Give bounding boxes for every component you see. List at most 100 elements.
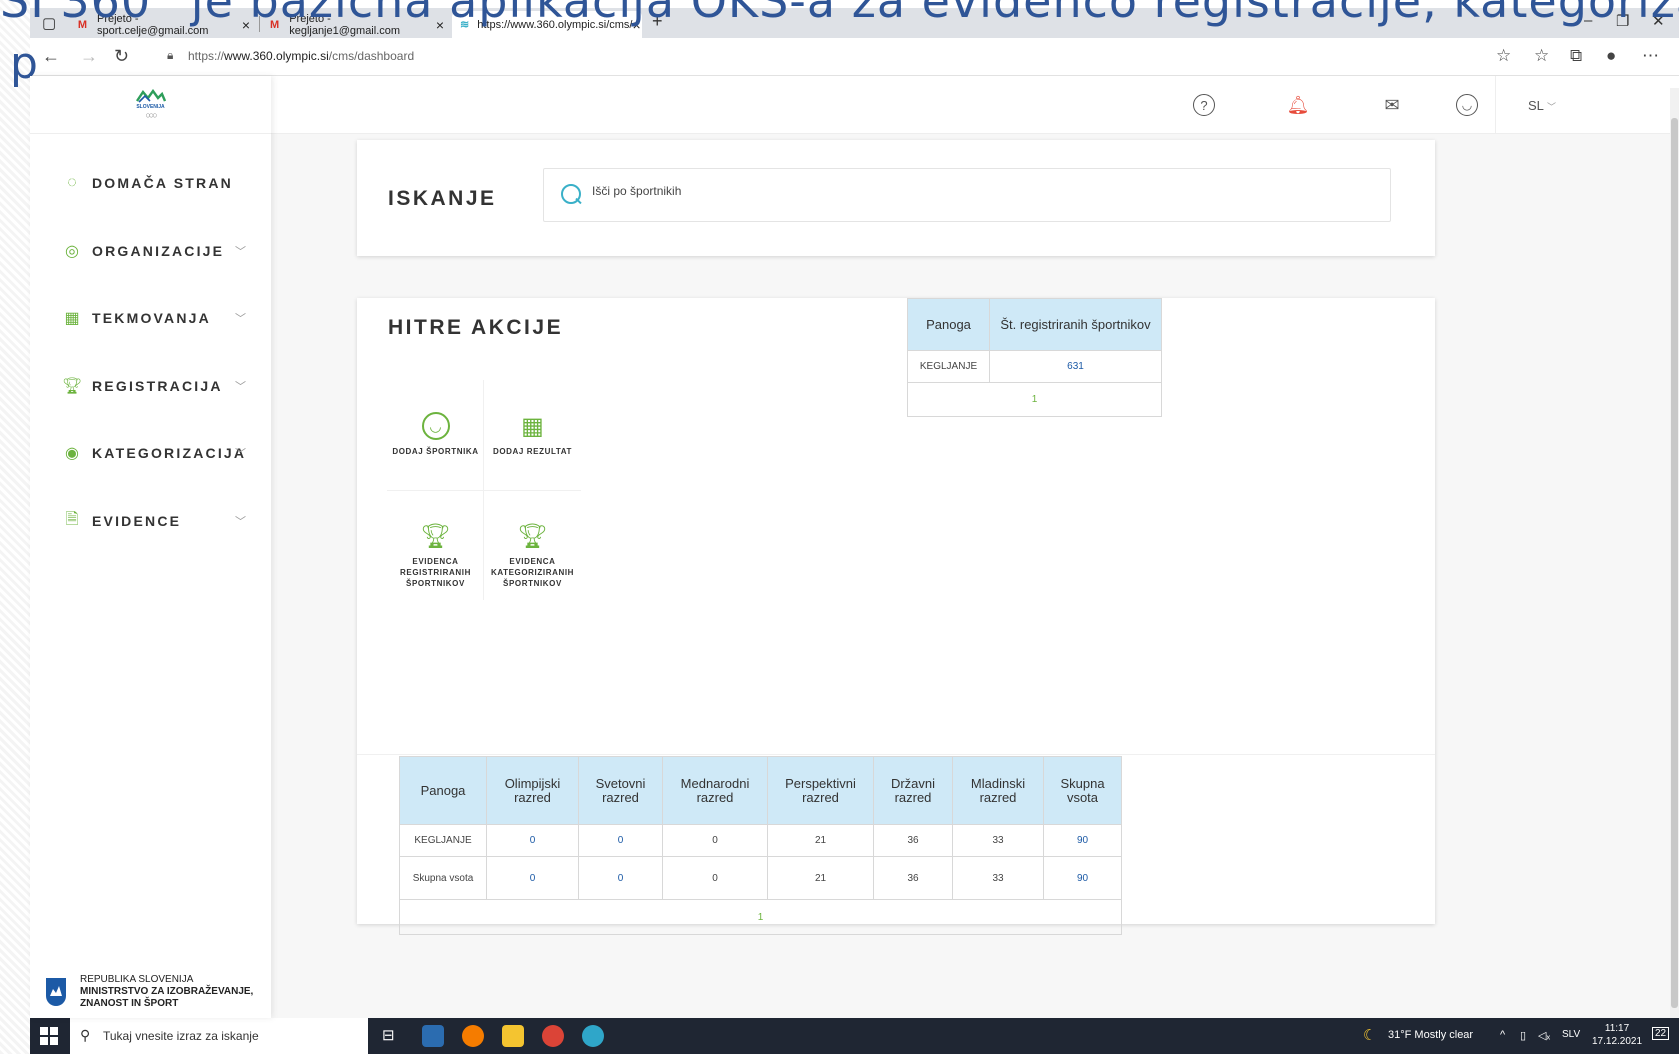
tray-chevron-icon[interactable]: ^ [1500, 1029, 1505, 1041]
table-cell[interactable]: 0 [486, 824, 579, 857]
slide-background-strip [0, 0, 30, 1054]
ministry-line: ZNANOST IN ŠPORT [80, 998, 179, 1009]
table-cell[interactable]: 0 [578, 856, 663, 900]
logo-mountains-icon [135, 89, 166, 103]
lock-icon: 🔒︎ [167, 48, 174, 62]
registered-athletes-table: Panoga Št. registriranih športnikov KEGL… [907, 298, 1162, 417]
firefox-icon[interactable] [462, 1025, 484, 1047]
search-field[interactable] [543, 168, 1391, 222]
input-language[interactable]: SLV [1562, 1029, 1580, 1040]
weather-text[interactable]: 31°F Mostly clear [1388, 1029, 1473, 1041]
chrome-icon[interactable] [542, 1025, 564, 1047]
table-cell[interactable]: 90 [1043, 856, 1122, 900]
taskbar-search-box[interactable]: ⚲ Tukaj vnesite izraz za iskanje [70, 1018, 368, 1054]
address-bar: ← → ↻ 🔒︎ https://www.360.olympic.si/cms/… [30, 38, 1679, 76]
favorites-icon[interactable]: ☆ [1534, 46, 1549, 66]
mail-icon[interactable]: ✉ [1381, 94, 1403, 116]
search-card: ISKANJE [357, 140, 1435, 256]
windows-taskbar: ⚲ Tukaj vnesite izraz za iskanje ⊟ ☾ 31°… [30, 1018, 1679, 1054]
quick-actions-title: HITRE AKCIJE [388, 316, 564, 339]
trophy-icon: 🏆︎ [420, 522, 451, 550]
add-athlete-button[interactable]: ◡ DODAJ ŠPORTNIKA [387, 380, 484, 490]
table-row: KEGLJANJE 0 0 0 21 36 33 90 [399, 824, 1122, 857]
registered-count-link[interactable]: 631 [989, 350, 1162, 383]
sidebar-item-evidence[interactable]: 🗎︎ EVIDENCE ﹀ [30, 501, 271, 541]
notifications-icon[interactable]: 22 [1652, 1027, 1670, 1040]
trophy-icon: 🏆︎ [61, 378, 83, 395]
profile-icon[interactable]: ● [1606, 46, 1616, 66]
add-favorite-icon[interactable]: ☆ [1496, 46, 1511, 66]
pagination-row: 1 [399, 899, 1122, 935]
column-header: Mladinski razred [952, 756, 1044, 825]
ministry-line: REPUBLIKA SLOVENIJA [80, 974, 194, 985]
windows-start-icon[interactable] [40, 1027, 58, 1045]
divider [1495, 76, 1496, 134]
task-view-icon[interactable]: ⊟ [382, 1026, 395, 1044]
sidebar-item-label: KATEGORIZACIJA [92, 445, 247, 461]
url-field[interactable]: https://www.360.olympic.si/cms/dashboard [188, 49, 414, 63]
language-selector[interactable]: SL ﹀ [1528, 98, 1556, 113]
add-result-button[interactable]: ▦ DODAJ REZULTAT [484, 380, 581, 490]
sidebar-item-organizacije[interactable]: ◎ ORGANIZACIJE ﹀ [30, 231, 271, 271]
user-icon[interactable]: ◡ [1456, 94, 1478, 116]
page-number[interactable]: 1 [907, 382, 1162, 417]
weather-icon[interactable]: ☾ [1363, 1026, 1376, 1044]
target-icon: ◉ [65, 445, 79, 462]
search-input[interactable] [592, 184, 1352, 198]
table-cell: 21 [767, 856, 874, 900]
table-cell: 0 [662, 856, 768, 900]
table-cell[interactable]: 90 [1043, 824, 1122, 857]
chevron-down-icon: ﹀ [235, 313, 246, 325]
page-number[interactable]: 1 [399, 899, 1122, 935]
volume-muted-icon[interactable]: ◁ₓ [1538, 1029, 1550, 1042]
help-icon[interactable]: ? [1193, 94, 1215, 116]
sidebar-item-kategorizacija[interactable]: ◉ KATEGORIZACIJA ﹀ [30, 433, 271, 473]
table-cell: Skupna vsota [399, 856, 487, 900]
column-header: Panoga [399, 756, 487, 825]
table-cell[interactable]: 0 [578, 824, 663, 857]
column-header: Svetovni razred [578, 756, 663, 825]
table-header-row: Panoga Olimpijski razred Svetovni razred… [399, 756, 1122, 825]
reload-icon[interactable]: ↻ [114, 46, 129, 67]
search-title: ISKANJE [388, 187, 497, 210]
ministry-logo: REPUBLIKA SLOVENIJA MINISTRSTVO ZA IZOBR… [46, 974, 253, 1010]
file-explorer-icon[interactable] [502, 1025, 524, 1047]
table-cell: 36 [873, 824, 953, 857]
coat-of-arms-icon [46, 978, 66, 1006]
chevron-down-icon: ﹀ [235, 246, 246, 258]
logo[interactable]: SLOVENIJA ○○○ [30, 76, 271, 134]
sidebar-item-label: DOMAČA STRAN [92, 175, 233, 191]
scrollbar-thumb[interactable] [1671, 118, 1678, 1008]
categorized-athletes-button[interactable]: 🏆︎ EVIDENCA KATEGORIZIRANIH ŠPORTNIKOV [484, 490, 581, 600]
forward-icon[interactable]: → [80, 46, 98, 67]
clock[interactable]: 11:17 17.12.2021 [1592, 1022, 1642, 1048]
olympic-rings-icon: ○○○ [145, 110, 157, 120]
quick-actions-card: HITRE AKCIJE ◡ DODAJ ŠPORTNIKA ▦ DODAJ R… [357, 298, 1435, 935]
pagination-row: 1 [907, 382, 1162, 417]
registered-athletes-button[interactable]: 🏆︎ EVIDENCA REGISTRIRANIH ŠPORTNIKOV [387, 490, 484, 600]
sidebar-item-registracija[interactable]: 🏆︎ REGISTRACIJA ﹀ [30, 366, 271, 406]
column-header: Mednarodni razred [662, 756, 768, 825]
quick-action-label: EVIDENCA REGISTRIRANIH ŠPORTNIKOV [400, 557, 471, 588]
table-cell: 0 [662, 824, 768, 857]
calendar-icon: ▦ [521, 412, 544, 440]
app-icon[interactable] [422, 1025, 444, 1047]
app-header: ? 🔔︎ ✉ ◡ SL ﹀ [271, 76, 1679, 134]
sidebar-item-home[interactable]: ◌ DOMAČA STRAN [30, 163, 271, 203]
collections-icon[interactable]: ⧉ [1570, 46, 1582, 66]
categorized-athletes-table: Panoga Olimpijski razred Svetovni razred… [399, 756, 1122, 935]
back-icon[interactable]: ← [42, 46, 60, 67]
table-row: Skupna vsota 0 0 0 21 36 33 90 [399, 856, 1122, 900]
table-cell: 36 [873, 856, 953, 900]
more-icon[interactable]: ⋯ [1642, 46, 1659, 66]
column-header: Olimpijski razred [486, 756, 579, 825]
sidebar-item-label: REGISTRACIJA [92, 378, 223, 394]
table-cell[interactable]: 0 [486, 856, 579, 900]
chevron-down-icon: ﹀ [235, 516, 246, 528]
sidebar-item-tekmovanja[interactable]: ▦ TEKMOVANJA ﹀ [30, 298, 271, 338]
ministry-line: MINISTRSTVO ZA IZOBRAŽEVANJE, [80, 986, 254, 997]
battery-icon[interactable]: ▯ [1520, 1029, 1526, 1042]
document-icon: 🗎︎ [65, 510, 79, 528]
edge-icon[interactable] [582, 1025, 604, 1047]
notification-bell-icon[interactable]: 🔔︎ [1287, 94, 1310, 116]
